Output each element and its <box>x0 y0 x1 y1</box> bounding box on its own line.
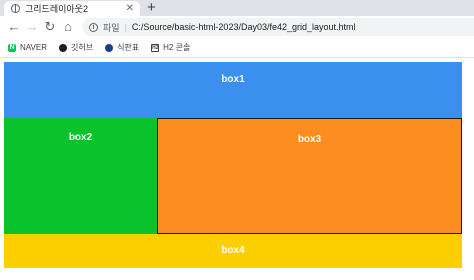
globe-icon <box>11 4 20 13</box>
forward-button[interactable]: → <box>24 19 40 35</box>
box3: box3 <box>157 118 462 234</box>
address-separator: | <box>124 22 127 32</box>
bookmark-naver[interactable]: N NAVER <box>8 43 47 52</box>
box2: box2 <box>4 118 157 234</box>
home-button[interactable]: ⌂ <box>60 19 76 35</box>
bookmark-label: NAVER <box>20 43 47 52</box>
eye-icon <box>105 43 114 52</box>
bookmark-label: 깃허브 <box>70 43 94 52</box>
tab-title: 그리드레이아웃2 <box>25 4 88 14</box>
github-icon <box>58 43 67 52</box>
grid-container: box1 box2 box3 box4 <box>4 62 462 268</box>
address-bar[interactable]: i 파일 | C:/Source/basic-html-2023/Day03/f… <box>82 18 474 36</box>
address-url[interactable]: C:/Source/basic-html-2023/Day03/fe42_gri… <box>132 22 356 32</box>
tab-strip: 그리드레이아웃2 ✕ + <box>0 0 474 16</box>
info-icon[interactable]: i <box>89 22 98 32</box>
bookmark-menu[interactable]: 식판표 <box>105 42 139 53</box>
box4: box4 <box>4 234 462 268</box>
bookmark-github[interactable]: 깃허브 <box>58 42 94 53</box>
bookmark-label: H2 콘솔 <box>163 43 191 52</box>
naver-icon: N <box>8 43 16 52</box>
address-scheme-label: 파일 <box>103 22 120 33</box>
close-tab-icon[interactable]: ✕ <box>126 3 134 14</box>
browser-toolbar: ← → ↻ ⌂ i 파일 | C:/Source/basic-html-2023… <box>0 16 474 38</box>
bookmark-label: 식판표 <box>117 43 140 52</box>
h2-icon: H2 <box>151 43 160 52</box>
reload-button[interactable]: ↻ <box>42 19 58 35</box>
back-button[interactable]: ← <box>6 19 22 35</box>
bookmark-h2-console[interactable]: H2 H2 콘솔 <box>151 42 190 53</box>
box1: box1 <box>4 62 462 118</box>
bookmarks-bar: N NAVER 깃허브 식판표 H2 H2 콘솔 <box>0 38 474 58</box>
tab-active[interactable]: 그리드레이아웃2 ✕ <box>4 1 140 16</box>
new-tab-button[interactable]: + <box>147 0 156 16</box>
